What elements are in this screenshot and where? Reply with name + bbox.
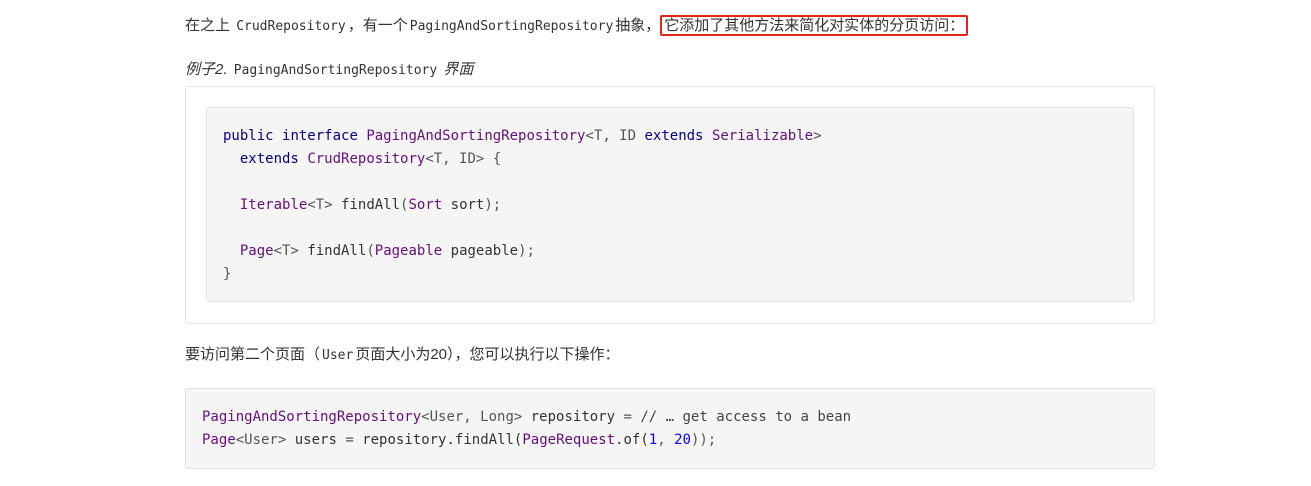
code-token: public xyxy=(223,128,274,144)
code-token: Page xyxy=(239,243,274,259)
code-block-interface: public interface PagingAndSortingReposit… xyxy=(206,107,1134,302)
code-token: = xyxy=(623,409,632,425)
code-token: = xyxy=(345,432,354,448)
code-token: pageable xyxy=(450,243,519,259)
code-token: Serializable xyxy=(711,128,814,144)
crud-repository-code: CrudRepository xyxy=(236,19,346,34)
code-block-usage: PagingAndSortingRepository<User, Long> r… xyxy=(185,388,1155,469)
code-token: } xyxy=(223,266,232,282)
code-token: { xyxy=(492,151,502,167)
usage-paragraph: 要访问第二个页面（ User 页面大小为20），您可以执行以下操作： xyxy=(185,343,620,368)
code-listing-interface: public interface PagingAndSortingReposit… xyxy=(223,128,822,282)
code-token: findAll xyxy=(341,197,401,213)
code-token: , xyxy=(657,432,675,448)
code-token: Pageable xyxy=(374,243,443,259)
code-token: .of( xyxy=(615,432,649,448)
code-token: CrudRepository xyxy=(307,151,426,167)
paging-repository-code: PagingAndSortingRepository xyxy=(409,19,614,34)
code-token: PageRequest xyxy=(522,432,616,448)
code-token: <User> xyxy=(235,432,287,448)
code-token: <T, ID> xyxy=(425,151,485,167)
example-caption: 例子2. PagingAndSortingRepository 界面 xyxy=(185,58,473,83)
code-token: <T> xyxy=(307,197,333,213)
caption-suffix: 界面 xyxy=(443,61,474,78)
code-token: sort xyxy=(450,197,485,213)
caption-code: PagingAndSortingRepository xyxy=(233,63,438,78)
intro-suffix: 抽象， xyxy=(615,17,661,34)
code-comment: // … get access to a bean xyxy=(640,409,852,425)
usage-suffix: 页面大小为20），您可以执行以下操作： xyxy=(355,346,620,363)
code-token: PagingAndSortingRepository xyxy=(202,409,422,425)
code-token: Sort xyxy=(408,197,443,213)
code-token: <User, Long> xyxy=(421,409,523,425)
code-token: <T, ID xyxy=(585,128,637,144)
code-token: interface xyxy=(282,128,358,144)
user-code: User xyxy=(322,348,354,363)
intro-paragraph: 在之上 CrudRepository ，有一个 PagingAndSortingRe… xyxy=(185,14,969,39)
intro-prefix: 在之上 xyxy=(185,17,231,34)
intro-mid: ，有一个 xyxy=(347,17,408,34)
usage-prefix: 要访问第二个页面（ xyxy=(185,346,321,363)
code-token: <T> xyxy=(273,243,299,259)
code-number: 1 xyxy=(648,432,658,448)
code-token: ); xyxy=(518,243,535,259)
code-token: Page xyxy=(202,432,236,448)
example-block: public interface PagingAndSortingReposit… xyxy=(185,86,1155,324)
caption-prefix: 例子2. xyxy=(185,61,228,78)
code-token: Iterable xyxy=(239,197,308,213)
code-token: extends xyxy=(644,128,704,144)
code-token: extends xyxy=(239,151,299,167)
code-token: > xyxy=(813,128,822,144)
code-token: findAll xyxy=(307,243,367,259)
code-token: users xyxy=(294,432,337,448)
code-listing-usage: PagingAndSortingRepository<User, Long> r… xyxy=(202,406,851,452)
code-token: repository.findAll( xyxy=(362,432,523,448)
code-token: ); xyxy=(484,197,502,213)
highlighted-sentence: 它添加了其他方法来简化对实体的分页访问： xyxy=(660,15,969,36)
code-number: 20 xyxy=(674,432,691,448)
code-token: PagingAndSortingRepository xyxy=(366,128,586,144)
code-token: repository xyxy=(530,409,616,425)
code-token: )); xyxy=(690,432,717,448)
